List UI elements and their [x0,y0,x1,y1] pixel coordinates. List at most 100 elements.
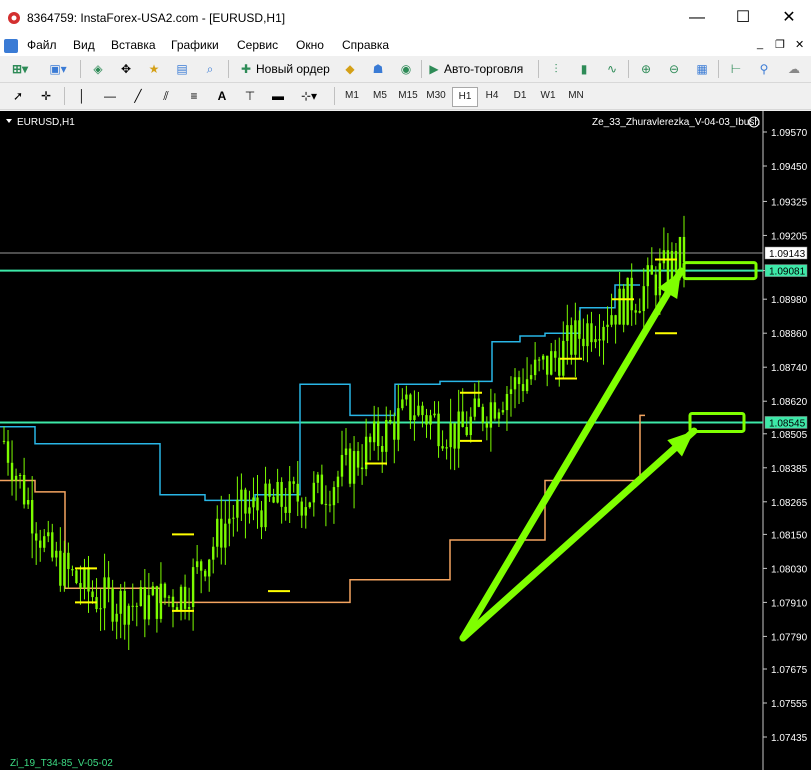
timeframe-m30[interactable]: M30 [424,87,448,105]
candle-body [558,357,561,376]
close-button[interactable]: ✕ [766,7,811,29]
line-chart-icon[interactable]: ∿ [602,59,622,79]
menu-file[interactable]: Файл [27,38,57,52]
new-chart-icon[interactable]: ⊞▾ [6,59,34,79]
candle-body [465,426,468,436]
menu-charts[interactable]: Графики [171,38,219,52]
mdi-close-icon[interactable]: ✕ [795,38,804,51]
candle-body [163,583,167,598]
timeframe-m1[interactable]: M1 [340,87,364,105]
chat-icon[interactable]: ☁ [782,59,806,79]
candle-body [662,250,666,264]
text-tool-icon[interactable]: A [212,86,232,106]
navigator-icon[interactable]: ★ [144,59,164,79]
price-chart[interactable]: EURUSD,H1 Ze_33_Zhuravlerezka_V-04-03_Ib… [0,111,811,770]
menu-window[interactable]: Окно [296,38,324,52]
candle-body [43,536,46,548]
candle-body [461,411,464,427]
menu-view[interactable]: Вид [73,38,95,52]
candle-body [103,577,106,609]
timeframe-h1[interactable]: H1 [452,87,478,107]
candle-body [481,406,485,423]
metaeditor-icon[interactable]: ◆ [340,59,360,79]
strategy-tester-icon[interactable]: ⌕ [200,59,220,79]
candle-body [348,448,352,484]
candle-body [372,421,376,443]
indicator-name-top: Ze_33_Zhuravlerezka_V-04-03_Ibush [592,117,760,128]
price-axis-label: 1.09450 [771,162,808,173]
new-order-button[interactable]: Новый ордер [256,59,332,79]
timeframe-mn[interactable]: MN [564,87,588,105]
auto-trading-button[interactable]: Авто-торговля [444,59,534,79]
text-label-icon[interactable]: ⊤ [240,86,260,106]
market-watch-icon[interactable]: ◈ [88,59,108,79]
chart-shift-icon[interactable]: ⊢ [726,59,746,79]
menu-tools[interactable]: Сервис [237,38,278,52]
mdi-minimize-icon[interactable]: _ [757,38,763,50]
timeframe-w1[interactable]: W1 [536,87,560,105]
candle-body [525,379,529,392]
minimize-button[interactable]: — [674,7,720,29]
candle-body [445,447,448,449]
candle-body [79,583,82,589]
price-axis-label: 1.08385 [771,464,808,475]
candle-body [682,236,686,263]
timeframe-h4[interactable]: H4 [480,87,504,105]
tile-windows-icon[interactable]: ▦ [692,59,712,79]
rectangle-tool-icon[interactable]: ▬ [268,86,288,106]
price-axis-label: 1.07910 [771,598,808,609]
candle-body [199,561,203,571]
candle-body [630,277,633,311]
candle-body [324,503,328,505]
menu-help[interactable]: Справка [342,38,389,52]
candle-body [638,311,641,313]
vertical-line-icon[interactable]: │ [72,86,92,106]
signals-icon[interactable]: ◉ [396,59,416,79]
mdi-restore-icon[interactable]: ❐ [775,38,785,51]
candle-body [10,462,14,481]
community-icon[interactable]: ☗ [368,59,388,79]
candle-body [67,552,70,570]
profiles-icon[interactable]: ▣▾ [44,59,72,79]
horizontal-line-icon[interactable]: — [100,86,120,106]
indicator-name-bottom: Zi_19_T34-85_V-05-02 [10,758,113,769]
fibonacci-icon[interactable]: ≡ [184,86,204,106]
zoom-out-icon[interactable]: ⊖ [664,59,684,79]
candlestick-chart-icon[interactable]: ▮ [574,59,594,79]
candle-body [634,310,637,313]
candle-body [602,326,605,341]
equidistant-channel-icon[interactable]: ⫽ [156,86,176,106]
candle-body [626,277,629,325]
timeframe-m15[interactable]: M15 [396,87,420,105]
candle-body [183,586,187,609]
candle-body [216,518,219,547]
candle-body [594,339,597,343]
data-window-icon[interactable]: ✥ [116,59,136,79]
candle-body [469,416,472,436]
timeframe-m5[interactable]: M5 [368,87,392,105]
new-order-icon[interactable]: ✚ [236,59,256,79]
chart-window-icon[interactable] [4,39,18,53]
candle-body [521,384,525,392]
crosshair-icon[interactable]: ✛ [36,86,56,106]
candle-body [83,567,86,589]
maximize-button[interactable]: ☐ [720,7,766,29]
candle-body [2,440,6,442]
bar-chart-icon[interactable]: ⫶ [546,59,566,79]
candle-body [457,411,460,449]
auto-trading-icon[interactable]: ▶ [425,59,443,79]
chart-window[interactable]: EURUSD,H1 Ze_33_Zhuravlerezka_V-04-03_Ib… [0,111,811,770]
candle-body [614,315,617,325]
search-icon[interactable]: ⚲ [754,59,774,79]
candle-body [497,412,501,419]
cursor-icon[interactable]: ➚ [8,86,28,106]
trend-line-icon[interactable]: ╱ [128,86,148,106]
candle-body [236,499,239,518]
candle-body [115,613,118,622]
shapes-menu-icon[interactable]: ⊹▾ [294,86,324,106]
terminal-icon[interactable]: ▤ [172,59,192,79]
menu-insert[interactable]: Вставка [111,38,156,52]
timeframe-d1[interactable]: D1 [508,87,532,105]
candle-body [203,570,207,577]
zoom-in-icon[interactable]: ⊕ [636,59,656,79]
